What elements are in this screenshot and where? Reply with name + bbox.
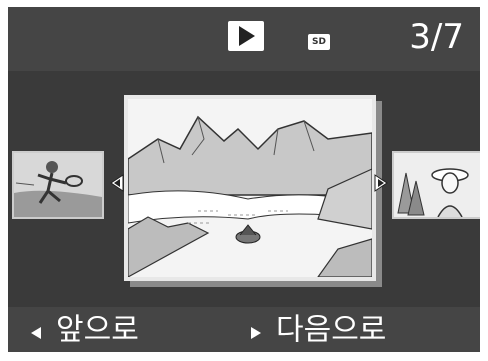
image-viewer [8, 71, 480, 295]
prev-button[interactable]: 앞으로 [30, 313, 139, 347]
status-bar: SD 3/7 [8, 7, 480, 71]
image-counter: 3/7 [409, 17, 464, 57]
prev-thumbnail[interactable] [12, 151, 104, 219]
navigation-bar: 앞으로 다음으로 [8, 307, 480, 352]
play-icon [228, 21, 264, 51]
prev-arrow-icon[interactable] [110, 174, 124, 192]
prev-label: 앞으로 [56, 312, 139, 348]
camera-playback-screen: SD 3/7 앞으로 다음으로 [8, 7, 480, 352]
next-label: 다음으로 [276, 312, 387, 348]
left-triangle-icon [30, 314, 42, 348]
right-triangle-icon [250, 314, 262, 348]
next-button[interactable]: 다음으로 [250, 313, 386, 347]
sd-card-icon: SD [308, 34, 330, 50]
next-arrow-icon[interactable] [374, 174, 388, 192]
next-thumbnail[interactable] [392, 151, 480, 219]
current-photo [124, 95, 376, 281]
